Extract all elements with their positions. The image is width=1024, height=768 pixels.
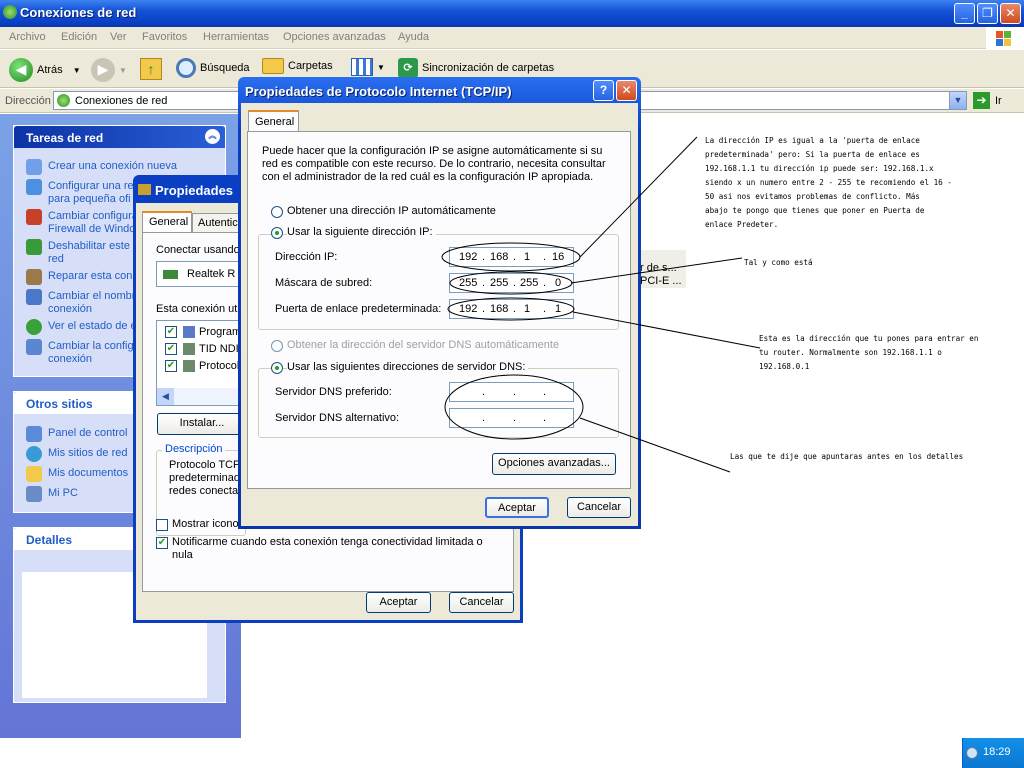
system-tray: 18:29 xyxy=(962,738,1024,768)
annotation-note-dns: Las que te dije que apuntaras antes en l… xyxy=(730,452,964,461)
annotation-line xyxy=(579,136,698,258)
mask-highlight-ellipse xyxy=(449,271,573,295)
annotation-note-ip: La dirección IP es igual a la 'puerta de… xyxy=(705,136,952,229)
annotation-overlay xyxy=(441,136,761,473)
clock[interactable]: 18:29 xyxy=(983,746,1011,758)
tray-network-icon[interactable] xyxy=(966,747,978,759)
dns-highlight-ellipse xyxy=(444,374,584,440)
annotation-line xyxy=(579,417,731,473)
annotation-note-gateway: Esta es la dirección que tu pones para e… xyxy=(759,334,979,371)
annotation-line xyxy=(570,257,743,284)
ip-highlight-ellipse xyxy=(441,242,581,272)
taskbar: 18:29 xyxy=(0,738,1024,768)
gateway-highlight-ellipse xyxy=(447,297,575,321)
annotation-line xyxy=(572,311,761,349)
annotation-note-mask: Tal y como está xyxy=(744,258,813,267)
